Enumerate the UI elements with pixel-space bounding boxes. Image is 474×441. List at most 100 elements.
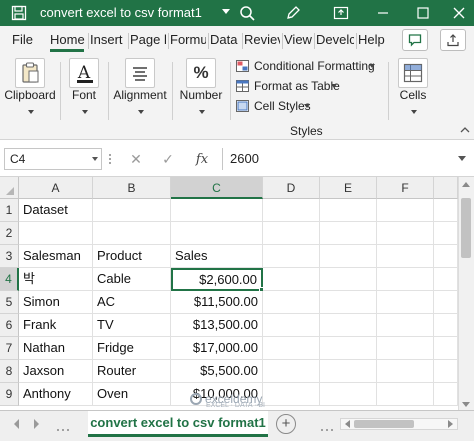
cell-b1[interactable] xyxy=(93,199,171,222)
ribbon-display-icon[interactable] xyxy=(330,3,352,23)
column-header-e[interactable]: E xyxy=(320,177,377,199)
tab-formulas[interactable]: Formu xyxy=(170,26,206,54)
row-header-6[interactable]: 6 xyxy=(0,314,19,337)
comments-button[interactable] xyxy=(402,29,428,51)
alignment-button[interactable] xyxy=(125,58,155,88)
cell-a4[interactable]: 박 xyxy=(19,268,93,291)
cell-b5[interactable]: AC xyxy=(93,291,171,314)
cell-d2[interactable] xyxy=(263,222,320,245)
row-header-1[interactable]: 1 xyxy=(0,199,19,222)
tab-data[interactable]: Data xyxy=(210,26,240,54)
close-icon[interactable] xyxy=(448,3,470,23)
sheet-tab-active[interactable]: convert excel to csv format1 xyxy=(88,411,268,437)
cell-g3[interactable] xyxy=(434,245,458,268)
cell-g9[interactable] xyxy=(434,383,458,406)
cell-a5[interactable]: Simon xyxy=(19,291,93,314)
cell-b6[interactable]: TV xyxy=(93,314,171,337)
cell-c6[interactable]: $13,500.00 xyxy=(171,314,263,337)
cell-b4[interactable]: Cable xyxy=(93,268,171,291)
cell-d8[interactable] xyxy=(263,360,320,383)
font-button[interactable]: A xyxy=(69,58,99,88)
column-header-b[interactable]: B xyxy=(93,177,171,199)
column-header-a[interactable]: A xyxy=(19,177,93,199)
cell-a8[interactable]: Jaxson xyxy=(19,360,93,383)
cell-f8[interactable] xyxy=(377,360,434,383)
cell-d4[interactable] xyxy=(263,268,320,291)
column-header-c[interactable]: C xyxy=(171,177,263,199)
cancel-formula-button[interactable]: ✕ xyxy=(124,148,148,170)
cell-a9[interactable]: Anthony xyxy=(19,383,93,406)
horizontal-scroll-thumb[interactable] xyxy=(354,420,414,428)
cell-g1[interactable] xyxy=(434,199,458,222)
cell-d7[interactable] xyxy=(263,337,320,360)
tab-page-layout[interactable]: Page l xyxy=(130,26,166,54)
cell-c2[interactable] xyxy=(171,222,263,245)
cell-b9[interactable]: Oven xyxy=(93,383,171,406)
cell-a2[interactable] xyxy=(19,222,93,245)
cell-d9[interactable] xyxy=(263,383,320,406)
clipboard-dropdown-icon[interactable] xyxy=(28,110,34,114)
cell-c3[interactable]: Sales xyxy=(171,245,263,268)
next-sheet-icon[interactable] xyxy=(34,419,39,429)
cell-c5[interactable]: $11,500.00 xyxy=(171,291,263,314)
name-box-dropdown-icon[interactable] xyxy=(92,157,98,161)
column-header-f[interactable]: F xyxy=(377,177,434,199)
cell-e4[interactable] xyxy=(320,268,377,291)
cell-e7[interactable] xyxy=(320,337,377,360)
save-icon[interactable] xyxy=(8,3,30,23)
row-header-7[interactable]: 7 xyxy=(0,337,19,360)
cell-b3[interactable]: Product xyxy=(93,245,171,268)
column-header-d[interactable]: D xyxy=(263,177,320,199)
previous-sheet-icon[interactable] xyxy=(14,419,19,429)
pen-icon[interactable] xyxy=(282,3,304,23)
cell-e9[interactable] xyxy=(320,383,377,406)
maximize-icon[interactable] xyxy=(412,3,434,23)
scroll-down-icon[interactable] xyxy=(462,402,470,407)
tab-developer[interactable]: Develc xyxy=(316,26,354,54)
cell-f3[interactable] xyxy=(377,245,434,268)
alignment-dropdown-icon[interactable] xyxy=(138,110,144,114)
select-all-button[interactable] xyxy=(0,177,19,199)
cells-button[interactable] xyxy=(398,58,428,88)
cell-f9[interactable] xyxy=(377,383,434,406)
cell-a6[interactable]: Frank xyxy=(19,314,93,337)
cell-styles-dropdown-icon[interactable] xyxy=(304,104,310,108)
collapse-ribbon-icon[interactable] xyxy=(460,124,470,134)
column-header-partial[interactable] xyxy=(434,177,458,199)
cell-f6[interactable] xyxy=(377,314,434,337)
row-header-4[interactable]: 4 xyxy=(0,268,19,291)
add-sheet-button[interactable]: + xyxy=(276,414,296,434)
formula-input[interactable] xyxy=(226,148,448,170)
format-as-table-dropdown-icon[interactable] xyxy=(331,84,337,88)
scroll-left-icon[interactable] xyxy=(345,420,350,428)
cell-e6[interactable] xyxy=(320,314,377,337)
cell-c7[interactable]: $17,000.00 xyxy=(171,337,263,360)
row-header-5[interactable]: 5 xyxy=(0,291,19,314)
scroll-right-icon[interactable] xyxy=(448,420,453,428)
number-dropdown-icon[interactable] xyxy=(199,110,205,114)
tab-file[interactable]: File xyxy=(12,26,42,54)
cell-d6[interactable] xyxy=(263,314,320,337)
minimize-icon[interactable] xyxy=(372,3,394,23)
tab-review[interactable]: Reviev xyxy=(244,26,280,54)
cell-d3[interactable] xyxy=(263,245,320,268)
cell-g5[interactable] xyxy=(434,291,458,314)
conditional-formatting-dropdown-icon[interactable] xyxy=(369,64,375,68)
cell-g2[interactable] xyxy=(434,222,458,245)
cell-b7[interactable]: Fridge xyxy=(93,337,171,360)
cell-g7[interactable] xyxy=(434,337,458,360)
cell-e3[interactable] xyxy=(320,245,377,268)
title-dropdown-icon[interactable] xyxy=(222,9,230,14)
cell-f1[interactable] xyxy=(377,199,434,222)
font-dropdown-icon[interactable] xyxy=(82,110,88,114)
cell-f4[interactable] xyxy=(377,268,434,291)
row-header-9[interactable]: 9 xyxy=(0,383,19,406)
cell-e8[interactable] xyxy=(320,360,377,383)
cell-d1[interactable] xyxy=(263,199,320,222)
expand-formula-bar-icon[interactable] xyxy=(458,156,466,161)
search-icon[interactable] xyxy=(236,3,258,23)
cell-e2[interactable] xyxy=(320,222,377,245)
tab-view[interactable]: View xyxy=(284,26,312,54)
clipboard-button[interactable] xyxy=(15,58,45,88)
enter-formula-button[interactable]: ✓ xyxy=(156,148,180,170)
